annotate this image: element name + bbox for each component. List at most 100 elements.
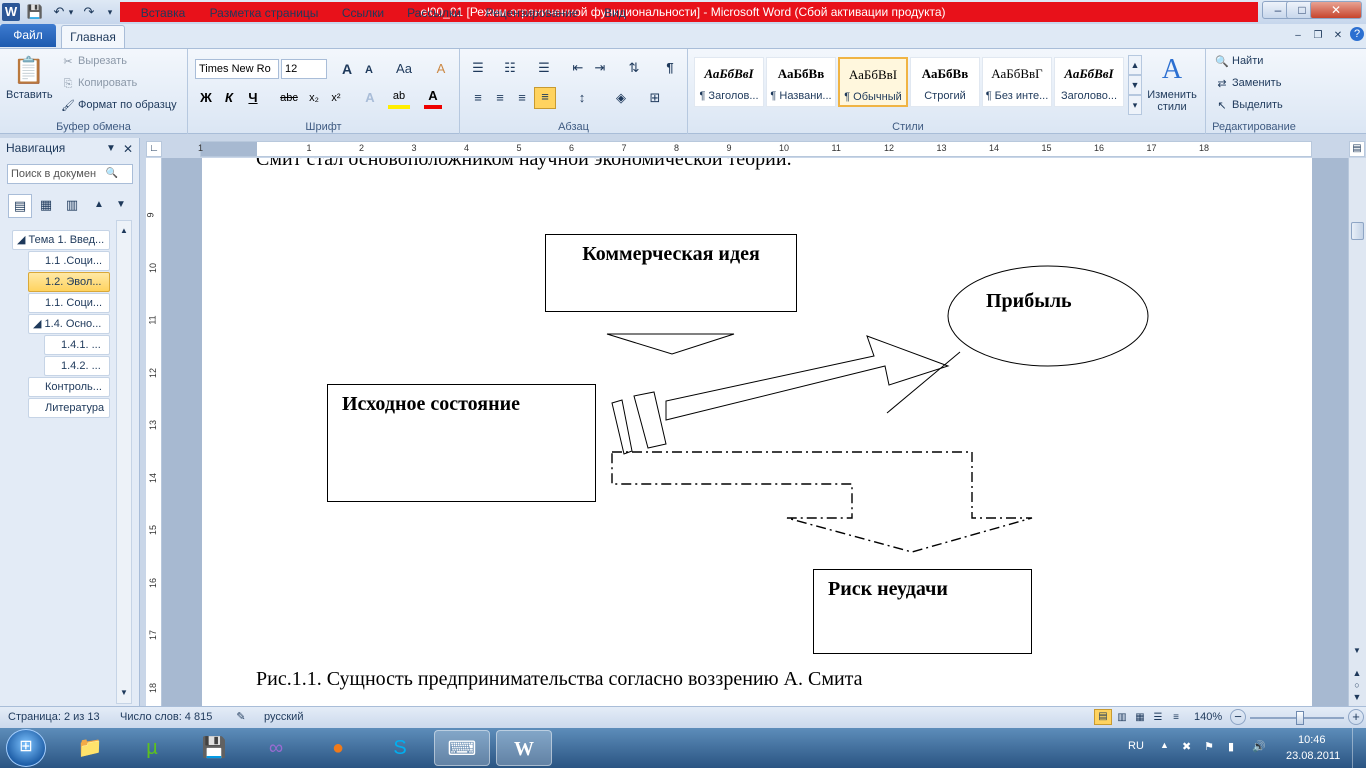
visual-studio-icon[interactable]: ∞ — [248, 730, 304, 766]
nav-item-topic-1[interactable]: ◢ Тема 1. Введ... — [12, 230, 110, 250]
nav-item-1-4-1[interactable]: 1.4.1. ... — [44, 335, 110, 355]
align-center-icon[interactable]: ≡ — [490, 89, 510, 107]
input-language[interactable]: RU — [1128, 740, 1144, 752]
change-case-icon[interactable]: Aa — [392, 60, 416, 78]
borders-icon[interactable]: ⊞ — [644, 89, 666, 107]
tab-review[interactable]: Рецензирование — [476, 2, 588, 24]
utorrent-icon[interactable]: µ — [124, 730, 180, 766]
nav-item-1-4[interactable]: ◢ 1.4. Осно... — [28, 314, 110, 334]
document-area[interactable]: Смит стал основоположником научной эконо… — [162, 158, 1348, 706]
align-left-icon[interactable]: ≡ — [468, 89, 488, 107]
zoom-out-icon[interactable]: − — [1230, 709, 1246, 725]
profit-label[interactable]: Прибыль — [986, 290, 1072, 313]
risk-of-failure-box[interactable]: Риск неудачи — [813, 569, 1032, 654]
zoom-in-icon[interactable]: + — [1348, 709, 1364, 725]
select-button[interactable]: Выделить — [1232, 99, 1283, 111]
shading-icon[interactable]: ◈ — [610, 89, 632, 107]
font-name-select[interactable]: Times New Ro — [195, 59, 279, 79]
nav-item-1-2[interactable]: 1.2. Эвол... — [28, 272, 110, 292]
scroll-down-icon[interactable]: ▼ — [1350, 642, 1364, 660]
tray-expand-icon[interactable]: ▲ — [1160, 740, 1169, 750]
change-styles-icon[interactable]: A — [1154, 53, 1190, 87]
align-right-icon[interactable]: ≡ — [512, 89, 532, 107]
restore-document-icon[interactable]: ❐ — [1310, 27, 1326, 45]
nav-scroll-down-icon[interactable]: ▼ — [117, 684, 131, 702]
browse-pages-icon[interactable]: ▦ — [34, 194, 58, 218]
clock-time[interactable]: 10:46 — [1298, 734, 1326, 746]
increase-indent-icon[interactable]: ⇥ — [590, 59, 610, 77]
skype-icon[interactable]: S — [372, 730, 428, 766]
scrollbar-thumb[interactable] — [1351, 222, 1364, 240]
nav-item-literature[interactable]: Литература — [28, 398, 110, 418]
cut-button[interactable]: Вырезать — [78, 55, 127, 67]
tab-page-layout[interactable]: Разметка страницы — [202, 2, 326, 24]
tab-references[interactable]: Ссылки — [334, 2, 392, 24]
styles-scroll-up-icon[interactable]: ▲ — [1128, 55, 1142, 75]
volume-icon[interactable]: 🔊 — [1252, 740, 1266, 753]
horizontal-ruler[interactable]: 1 1 2 3 4 5 6 7 8 9 10 11 12 13 14 15 16 17 18 — [198, 141, 1312, 157]
styles-scroll-down-icon[interactable]: ▼ — [1128, 75, 1142, 95]
style-heading-2[interactable]: АаБбВвІ Заголово... — [1054, 57, 1124, 107]
multilevel-list-icon[interactable]: ☰ — [534, 59, 554, 77]
find-button[interactable]: Найти — [1232, 55, 1263, 67]
style-normal[interactable]: АаБбВвІ ¶ Обычный — [838, 57, 908, 107]
replace-button[interactable]: Заменить — [1232, 77, 1281, 89]
nav-scroll-up-icon[interactable]: ▲ — [117, 222, 131, 240]
tab-mailings[interactable]: Рассылки — [400, 2, 468, 24]
browse-headings-icon[interactable]: ▤ — [8, 194, 32, 218]
font-size-select[interactable]: 12 — [281, 59, 327, 79]
word-taskbar-icon[interactable]: W — [496, 730, 552, 766]
help-icon[interactable]: ? — [1350, 27, 1364, 41]
vertical-scrollbar[interactable]: ▼ ▲ ○ ▼ — [1348, 158, 1366, 706]
initial-state-box[interactable]: Исходное состояние — [327, 384, 596, 502]
nav-item-control[interactable]: Контроль... — [28, 377, 110, 397]
superscript-button[interactable]: x² — [326, 89, 346, 107]
vertical-ruler[interactable]: 9 10 11 12 13 14 15 16 17 18 — [146, 158, 162, 706]
full-screen-reading-icon[interactable]: ▥ — [1114, 709, 1130, 727]
view-ruler-icon[interactable]: ▤ — [1349, 141, 1365, 157]
search-icon[interactable]: 🔍 — [104, 165, 120, 183]
draft-icon[interactable]: ≡ — [1168, 709, 1184, 727]
close-document-icon[interactable]: ✕ — [1330, 27, 1346, 45]
signal-icon[interactable]: ▮ — [1228, 740, 1234, 753]
print-layout-icon[interactable]: ▤ — [1094, 709, 1112, 725]
underline-button[interactable]: Ч — [243, 89, 263, 107]
close-button[interactable]: ✕ — [1310, 1, 1362, 19]
text-effects-icon[interactable]: A — [360, 89, 380, 107]
clock-date[interactable]: 23.08.2011 — [1286, 750, 1340, 762]
tab-view[interactable]: Вид — [596, 2, 634, 24]
previous-heading-icon[interactable]: ▲ — [90, 196, 108, 214]
outline-icon[interactable]: ☰ — [1150, 709, 1166, 727]
font-color-icon[interactable]: A — [424, 87, 442, 109]
figure-caption[interactable]: Рис.1.1. Сущность предпринимательства со… — [256, 668, 863, 691]
network-error-icon[interactable]: ✖ — [1182, 740, 1191, 753]
proofing-icon[interactable]: ✎ — [232, 708, 250, 726]
show-desktop-button[interactable] — [1352, 728, 1366, 768]
numbering-icon[interactable]: ☷ — [500, 59, 520, 77]
strikethrough-button[interactable]: abc — [276, 89, 302, 107]
shrink-font-icon[interactable]: A — [360, 61, 378, 79]
nav-item-1-1b[interactable]: 1.1. Соци... — [28, 293, 110, 313]
minimize-ribbon-icon[interactable]: – — [1290, 27, 1306, 45]
paste-icon[interactable]: 📋 — [12, 53, 46, 87]
zoom-slider-thumb[interactable] — [1296, 711, 1304, 725]
decrease-indent-icon[interactable]: ⇤ — [568, 59, 588, 77]
next-heading-icon[interactable]: ▼ — [112, 196, 130, 214]
tab-home[interactable]: Главная — [61, 25, 125, 49]
page-count[interactable]: Страница: 2 из 13 — [8, 711, 100, 723]
word-count[interactable]: Число слов: 4 815 — [120, 711, 212, 723]
nav-scrollbar[interactable] — [116, 220, 132, 704]
web-layout-icon[interactable]: ▦ — [1132, 709, 1148, 727]
paste-button[interactable]: Вставить — [6, 89, 53, 101]
change-styles-button[interactable]: Изменить стили — [1144, 89, 1200, 113]
explorer-icon[interactable]: 📁 — [62, 730, 118, 766]
zoom-level[interactable]: 140% — [1194, 711, 1222, 723]
next-page-icon[interactable]: ▼ — [1350, 688, 1364, 706]
keyboard-app-icon[interactable]: ⌨ — [434, 730, 490, 766]
line-spacing-icon[interactable]: ↕ — [570, 89, 594, 107]
language-indicator[interactable]: русский — [264, 711, 303, 723]
grow-font-icon[interactable]: A — [338, 60, 356, 78]
copy-button[interactable]: Копировать — [78, 77, 137, 89]
sort-icon[interactable]: ⇅ — [624, 59, 644, 77]
nav-item-1-1[interactable]: 1.1 .Соци... — [28, 251, 110, 271]
